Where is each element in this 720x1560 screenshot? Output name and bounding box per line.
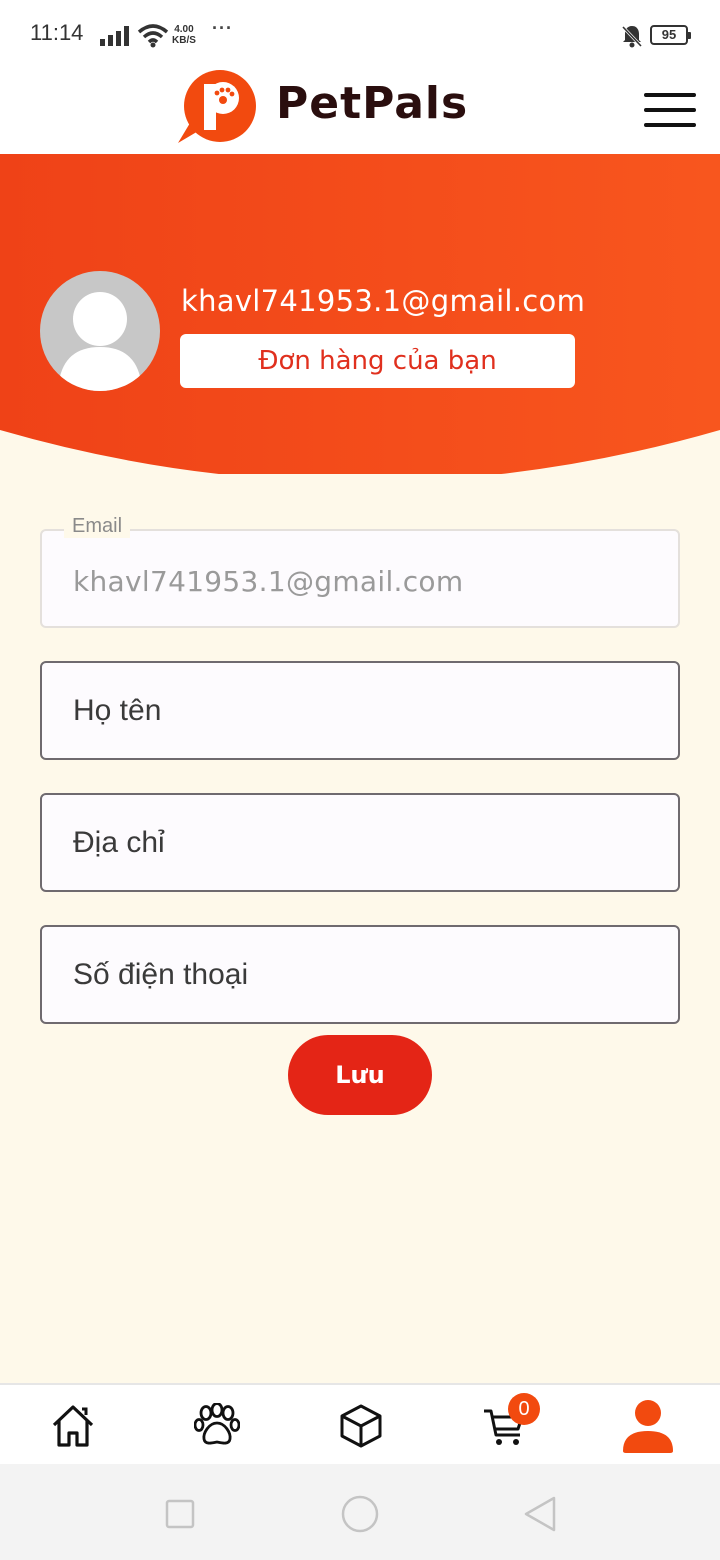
home-icon (52, 1405, 94, 1447)
net-speed: 4.00 KB/S (172, 24, 196, 46)
profile-hero: khavl741953.1@gmail.com Đơn hàng của bạn (0, 154, 720, 474)
petpals-logo-icon[interactable] (170, 68, 270, 148)
user-email: khavl741953.1@gmail.com (181, 284, 586, 318)
bell-muted-icon (621, 25, 643, 48)
status-bar: 11:14 4.00 KB/S ··· 95 (0, 0, 720, 68)
address-field[interactable] (40, 793, 680, 892)
full-name-input[interactable] (42, 663, 678, 758)
box-icon (340, 1404, 382, 1448)
profile-icon (623, 1400, 673, 1453)
home-system-button[interactable] (340, 1494, 380, 1534)
paw-icon (194, 1403, 240, 1445)
avatar[interactable] (40, 271, 160, 391)
address-input[interactable] (42, 795, 678, 890)
back-system-button[interactable] (520, 1494, 560, 1534)
battery-icon: 95 (650, 25, 691, 45)
net-speed-unit: KB/S (172, 35, 196, 46)
status-time: 11:14 (30, 20, 84, 45)
recent-apps-button[interactable] (160, 1494, 200, 1534)
square-icon (165, 1499, 195, 1529)
nav-home[interactable] (42, 1395, 102, 1455)
brand-name[interactable]: PetPals (276, 78, 468, 129)
nav-profile[interactable] (618, 1395, 678, 1455)
wifi-icon (137, 24, 169, 48)
phone-field[interactable] (40, 925, 680, 1024)
nav-cart[interactable]: 0 (474, 1393, 540, 1455)
your-orders-button[interactable]: Đơn hàng của bạn (180, 334, 575, 388)
system-nav-bar (0, 1464, 720, 1560)
status-more: ··· (212, 18, 233, 38)
nav-products[interactable] (330, 1395, 390, 1455)
email-value: khavl741953.1@gmail.com (73, 565, 464, 598)
nav-pets[interactable] (186, 1395, 246, 1455)
email-field: Email khavl741953.1@gmail.com (40, 515, 680, 628)
back-triangle-icon (524, 1496, 556, 1532)
phone-input[interactable] (42, 927, 678, 1022)
user-avatar-icon (58, 292, 142, 391)
circle-icon (341, 1495, 379, 1533)
email-label: Email (64, 515, 131, 538)
full-name-field[interactable] (40, 661, 680, 760)
app-header: PetPals (0, 68, 720, 154)
cart-count-badge: 0 (508, 1393, 540, 1425)
net-speed-value: 4.00 (174, 24, 194, 35)
signal-icon (100, 26, 129, 46)
hamburger-menu-icon[interactable] (644, 93, 696, 127)
save-button[interactable]: Lưu (288, 1035, 432, 1115)
bottom-nav: 0 (0, 1383, 720, 1464)
